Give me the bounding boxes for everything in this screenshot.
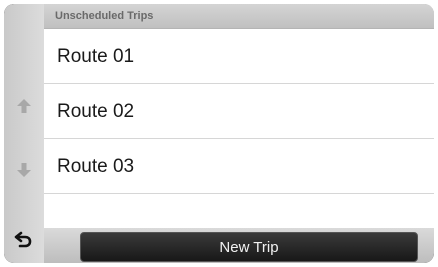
route-list: Route 01 Route 02 Route 03 [44, 29, 434, 194]
down-arrow-icon [15, 161, 33, 179]
up-arrow-icon [15, 97, 33, 115]
route-item[interactable]: Route 03 [44, 139, 434, 194]
route-label: Route 01 [57, 46, 135, 67]
new-trip-button[interactable]: New Trip [80, 232, 418, 262]
back-button[interactable] [4, 222, 44, 258]
nav-screen: Unscheduled Trips Route 01 Route 02 Rout… [4, 4, 434, 263]
scroll-up-button[interactable] [4, 86, 44, 126]
route-label: Route 02 [57, 101, 135, 122]
back-arrow-icon [14, 231, 34, 249]
scroll-down-button[interactable] [4, 150, 44, 190]
route-item[interactable]: Route 01 [44, 29, 434, 84]
route-label: Route 03 [57, 156, 135, 177]
section-header: Unscheduled Trips [44, 4, 434, 29]
side-rail [4, 4, 44, 263]
bottom-bar: New Trip [44, 228, 434, 263]
route-item[interactable]: Route 02 [44, 84, 434, 139]
trip-list-panel: Unscheduled Trips Route 01 Route 02 Rout… [44, 4, 434, 228]
